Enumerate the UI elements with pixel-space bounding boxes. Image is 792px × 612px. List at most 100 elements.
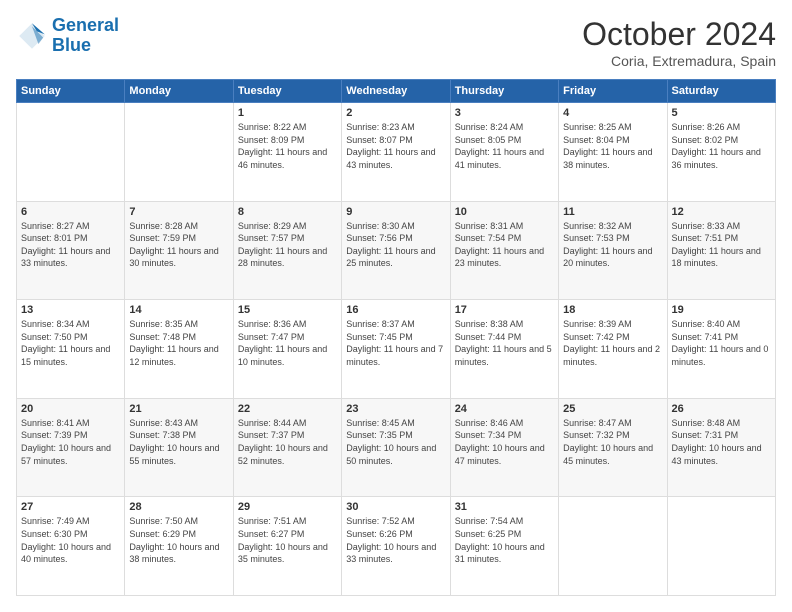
day-number: 4: [563, 107, 662, 119]
day-number: 29: [238, 501, 337, 513]
calendar-cell: 18Sunrise: 8:39 AMSunset: 7:42 PMDayligh…: [559, 300, 667, 399]
calendar-header-row: SundayMondayTuesdayWednesdayThursdayFrid…: [17, 80, 776, 103]
calendar-week-1: 6 Sunrise: 8:27 AMSunset: 8:01 PMDaylight…: [17, 201, 776, 300]
calendar-week-0: 1Sunrise: 8:22 AMSunset: 8:09 PMDaylight…: [17, 103, 776, 202]
day-info: Sunrise: 8:38 AMSunset: 7:44 PMDaylight:…: [455, 318, 554, 368]
title-block: October 2024 Coria, Extremadura, Spain: [582, 16, 776, 69]
calendar-cell: 30 Sunrise: 7:52 AMSunset: 6:26 PMDayligh…: [342, 497, 450, 596]
calendar-cell: 21Sunrise: 8:43 AMSunset: 7:38 PMDayligh…: [125, 398, 233, 497]
day-info: Sunrise: 8:30 AMSunset: 7:56 PMDaylight:…: [346, 220, 445, 270]
day-header-tuesday: Tuesday: [233, 80, 341, 103]
calendar-table: SundayMondayTuesdayWednesdayThursdayFrid…: [16, 79, 776, 596]
day-info: Sunrise: 8:36 AMSunset: 7:47 PMDaylight:…: [238, 318, 337, 368]
day-number: 20: [21, 403, 120, 415]
day-number: 6: [21, 206, 120, 218]
calendar-cell: 31 Sunrise: 7:54 AMSunset: 6:25 PMDayligh…: [450, 497, 558, 596]
day-number: 18: [563, 304, 662, 316]
day-number: 7: [129, 206, 228, 218]
day-number: 23: [346, 403, 445, 415]
day-info: Sunrise: 8:32 AMSunset: 7:53 PMDaylight:…: [563, 220, 662, 270]
day-header-thursday: Thursday: [450, 80, 558, 103]
calendar-cell: 23 Sunrise: 8:45 AMSunset: 7:35 PMDayligh…: [342, 398, 450, 497]
calendar-cell: 14Sunrise: 8:35 AMSunset: 7:48 PMDayligh…: [125, 300, 233, 399]
day-number: 8: [238, 206, 337, 218]
logo-line1: General: [52, 15, 119, 35]
calendar-cell: [125, 103, 233, 202]
day-header-sunday: Sunday: [17, 80, 125, 103]
day-info: Sunrise: 8:34 AMSunset: 7:50 PMDaylight:…: [21, 318, 120, 368]
calendar-cell: 29Sunrise: 7:51 AMSunset: 6:27 PMDayligh…: [233, 497, 341, 596]
month-title: October 2024: [582, 16, 776, 53]
day-info: Sunrise: 8:40 AMSunset: 7:41 PMDaylight:…: [672, 318, 771, 368]
day-number: 9: [346, 206, 445, 218]
page: General Blue October 2024 Coria, Extrema…: [0, 0, 792, 612]
logo-text: General Blue: [52, 16, 119, 56]
calendar-cell: 27 Sunrise: 7:49 AMSunset: 6:30 PMDayligh…: [17, 497, 125, 596]
day-info: Sunrise: 8:25 AMSunset: 8:04 PMDaylight:…: [563, 121, 662, 171]
day-info: Sunrise: 7:49 AMSunset: 6:30 PMDaylight:…: [21, 515, 120, 565]
day-header-monday: Monday: [125, 80, 233, 103]
day-info: Sunrise: 8:33 AMSunset: 7:51 PMDaylight:…: [672, 220, 771, 270]
calendar-cell: 5Sunrise: 8:26 AMSunset: 8:02 PMDaylight…: [667, 103, 775, 202]
calendar-cell: 17 Sunrise: 8:38 AMSunset: 7:44 PMDayligh…: [450, 300, 558, 399]
day-info: Sunrise: 8:23 AMSunset: 8:07 PMDaylight:…: [346, 121, 445, 171]
day-header-saturday: Saturday: [667, 80, 775, 103]
day-number: 19: [672, 304, 771, 316]
day-number: 1: [238, 107, 337, 119]
day-number: 22: [238, 403, 337, 415]
day-number: 10: [455, 206, 554, 218]
day-info: Sunrise: 8:28 AMSunset: 7:59 PMDaylight:…: [129, 220, 228, 270]
day-number: 30: [346, 501, 445, 513]
day-info: Sunrise: 8:47 AMSunset: 7:32 PMDaylight:…: [563, 417, 662, 467]
calendar-cell: [559, 497, 667, 596]
calendar-cell: 10 Sunrise: 8:31 AMSunset: 7:54 PMDayligh…: [450, 201, 558, 300]
calendar-cell: 28 Sunrise: 7:50 AMSunset: 6:29 PMDayligh…: [125, 497, 233, 596]
calendar-cell: 22 Sunrise: 8:44 AMSunset: 7:37 PMDayligh…: [233, 398, 341, 497]
calendar-cell: 13Sunrise: 8:34 AMSunset: 7:50 PMDayligh…: [17, 300, 125, 399]
calendar-cell: [17, 103, 125, 202]
calendar-cell: 4 Sunrise: 8:25 AMSunset: 8:04 PMDaylight…: [559, 103, 667, 202]
calendar-cell: 2Sunrise: 8:23 AMSunset: 8:07 PMDaylight…: [342, 103, 450, 202]
day-info: Sunrise: 8:46 AMSunset: 7:34 PMDaylight:…: [455, 417, 554, 467]
calendar-cell: 11 Sunrise: 8:32 AMSunset: 7:53 PMDayligh…: [559, 201, 667, 300]
day-number: 15: [238, 304, 337, 316]
day-number: 26: [672, 403, 771, 415]
day-info: Sunrise: 8:44 AMSunset: 7:37 PMDaylight:…: [238, 417, 337, 467]
day-number: 27: [21, 501, 120, 513]
day-number: 16: [346, 304, 445, 316]
day-info: Sunrise: 8:45 AMSunset: 7:35 PMDaylight:…: [346, 417, 445, 467]
day-info: Sunrise: 8:48 AMSunset: 7:31 PMDaylight:…: [672, 417, 771, 467]
day-info: Sunrise: 7:54 AMSunset: 6:25 PMDaylight:…: [455, 515, 554, 565]
day-number: 25: [563, 403, 662, 415]
day-number: 3: [455, 107, 554, 119]
calendar-cell: 12 Sunrise: 8:33 AMSunset: 7:51 PMDayligh…: [667, 201, 775, 300]
day-number: 12: [672, 206, 771, 218]
logo: General Blue: [16, 16, 119, 56]
day-info: Sunrise: 8:41 AMSunset: 7:39 PMDaylight:…: [21, 417, 120, 467]
header: General Blue October 2024 Coria, Extrema…: [16, 16, 776, 69]
day-number: 24: [455, 403, 554, 415]
calendar-cell: 24 Sunrise: 8:46 AMSunset: 7:34 PMDayligh…: [450, 398, 558, 497]
calendar-week-4: 27 Sunrise: 7:49 AMSunset: 6:30 PMDayligh…: [17, 497, 776, 596]
calendar-cell: [667, 497, 775, 596]
day-number: 31: [455, 501, 554, 513]
calendar-cell: 26 Sunrise: 8:48 AMSunset: 7:31 PMDayligh…: [667, 398, 775, 497]
day-number: 11: [563, 206, 662, 218]
day-info: Sunrise: 8:37 AMSunset: 7:45 PMDaylight:…: [346, 318, 445, 368]
day-info: Sunrise: 8:26 AMSunset: 8:02 PMDaylight:…: [672, 121, 771, 171]
calendar-cell: 1Sunrise: 8:22 AMSunset: 8:09 PMDaylight…: [233, 103, 341, 202]
day-number: 28: [129, 501, 228, 513]
day-info: Sunrise: 7:50 AMSunset: 6:29 PMDaylight:…: [129, 515, 228, 565]
day-info: Sunrise: 7:52 AMSunset: 6:26 PMDaylight:…: [346, 515, 445, 565]
calendar-cell: 25 Sunrise: 8:47 AMSunset: 7:32 PMDayligh…: [559, 398, 667, 497]
day-number: 17: [455, 304, 554, 316]
day-info: Sunrise: 8:43 AMSunset: 7:38 PMDaylight:…: [129, 417, 228, 467]
day-info: Sunrise: 8:31 AMSunset: 7:54 PMDaylight:…: [455, 220, 554, 270]
calendar-cell: 7 Sunrise: 8:28 AMSunset: 7:59 PMDaylight…: [125, 201, 233, 300]
day-info: Sunrise: 8:27 AMSunset: 8:01 PMDaylight:…: [21, 220, 120, 270]
day-header-friday: Friday: [559, 80, 667, 103]
location-subtitle: Coria, Extremadura, Spain: [582, 53, 776, 69]
calendar-cell: 8Sunrise: 8:29 AMSunset: 7:57 PMDaylight…: [233, 201, 341, 300]
logo-icon: [16, 20, 48, 52]
calendar-cell: 9 Sunrise: 8:30 AMSunset: 7:56 PMDaylight…: [342, 201, 450, 300]
